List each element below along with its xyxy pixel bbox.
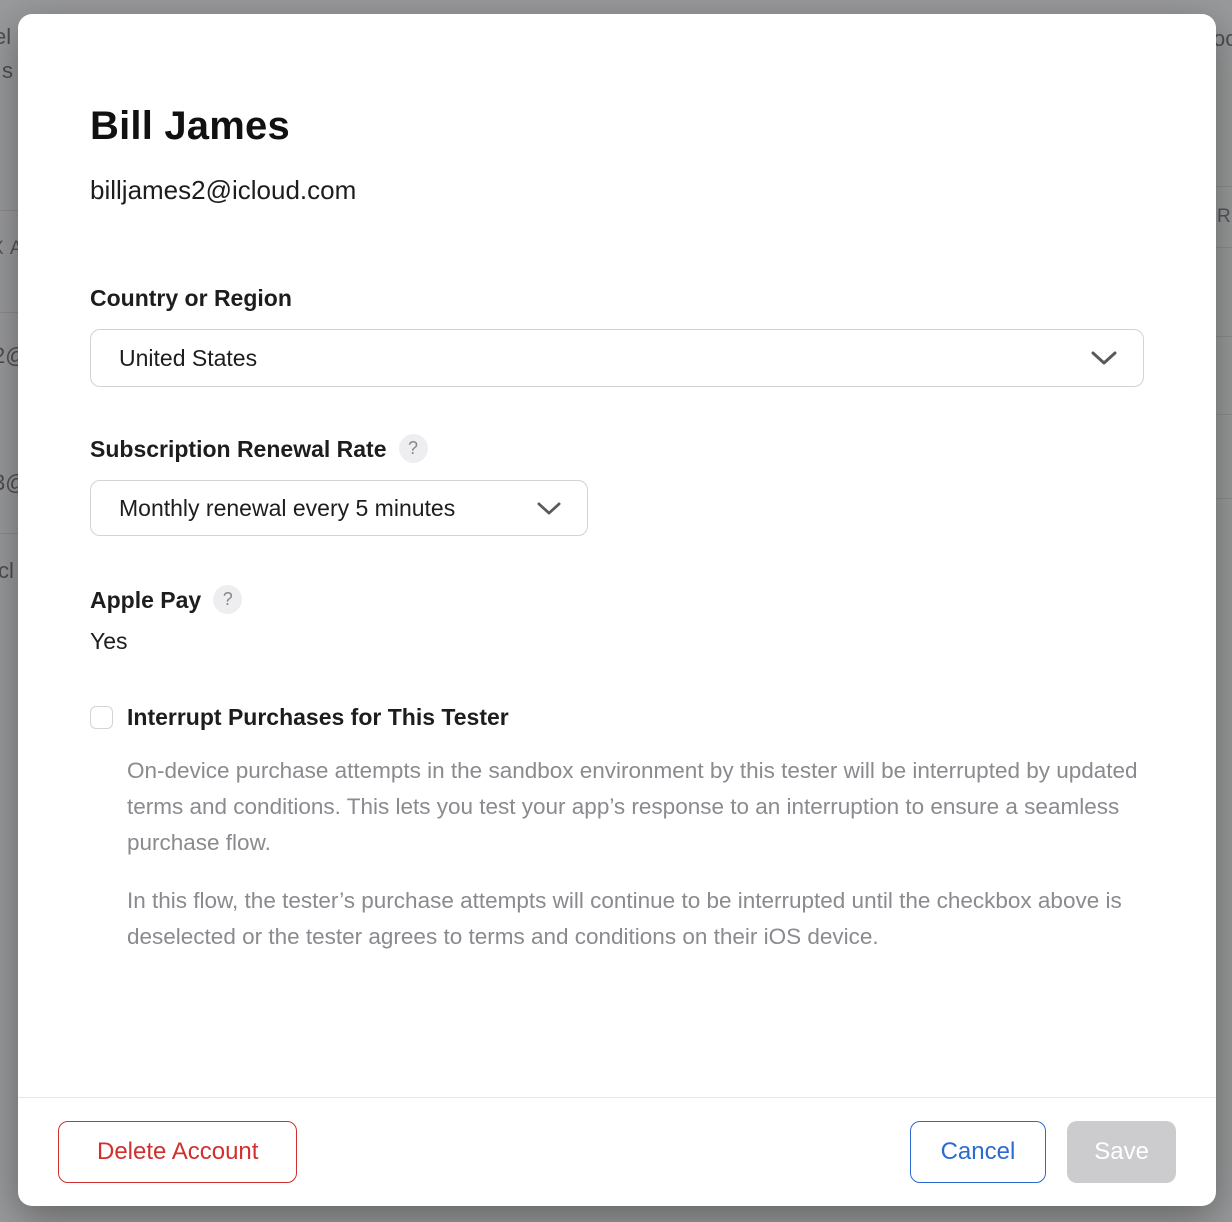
background-table-divider [0,210,18,211]
save-button[interactable]: Save [1067,1121,1176,1183]
background-text-fragment: X A [0,238,18,260]
edit-sandbox-tester-modal: Bill James billjames2@icloud.com Country… [18,14,1216,1206]
background-text-fragment: el [0,24,11,50]
background-table-divider [0,312,18,313]
background-table-divider [0,533,18,534]
interrupt-description-1: On-device purchase attempts in the sandb… [127,753,1144,861]
country-region-label: Country or Region [90,284,1144,312]
background-table-divider [1216,498,1232,499]
interrupt-purchases-checkbox[interactable] [90,706,113,729]
chevron-down-icon [1091,350,1117,366]
background-table-divider [1216,414,1232,415]
renewal-rate-select[interactable]: Monthly renewal every 5 minutes [90,480,588,536]
country-region-value: United States [119,345,257,372]
apple-pay-value: Yes [90,625,1144,657]
background-text-fragment: s [2,58,13,84]
background-table-divider [1216,247,1232,248]
footer-right-buttons: Cancel Save [910,1121,1176,1183]
renewal-rate-label: Subscription Renewal Rate [90,435,387,463]
renewal-rate-value: Monthly renewal every 5 minutes [119,495,455,522]
interrupt-description-2: In this flow, the tester’s purchase atte… [127,883,1144,955]
apple-pay-label-row: Apple Pay ? [90,585,1144,614]
chevron-down-icon [537,501,561,516]
interrupt-purchases-label[interactable]: Interrupt Purchases for This Tester [127,704,509,731]
help-icon[interactable]: ? [399,434,428,463]
renewal-rate-label-row: Subscription Renewal Rate ? [90,434,1144,463]
background-text-fragment: 2@ [0,343,18,369]
background-text-fragment: R [1217,206,1232,228]
background-page-left-sliver: el s X A 2@ 3@ cl [0,0,18,1222]
modal-footer: Delete Account Cancel Save [18,1097,1216,1206]
background-text-fragment: 3@ [0,470,18,496]
background-table-divider [1216,186,1232,187]
interrupt-purchases-row: Interrupt Purchases for This Tester [90,704,1144,731]
background-table-divider [1216,336,1232,337]
background-text-fragment: oc [1216,26,1232,52]
country-region-select[interactable]: United States [90,329,1144,387]
apple-pay-label: Apple Pay [90,586,201,614]
cancel-button[interactable]: Cancel [910,1121,1047,1183]
help-icon[interactable]: ? [213,585,242,614]
background-page-right-sliver: oc R [1216,0,1232,1222]
modal-body: Bill James billjames2@icloud.com Country… [18,14,1216,1097]
tester-name-title: Bill James [90,102,1144,150]
delete-account-button[interactable]: Delete Account [58,1121,297,1183]
tester-email: billjames2@icloud.com [90,174,1144,206]
background-text-fragment: cl [0,558,14,584]
